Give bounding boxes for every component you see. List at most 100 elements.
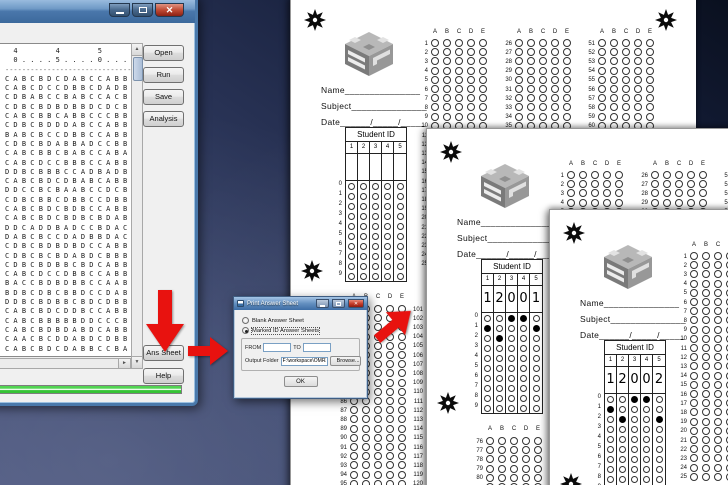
- answer-bubble: [551, 48, 559, 56]
- from-input[interactable]: [263, 343, 291, 352]
- question-number: 30: [498, 76, 512, 84]
- answer-row: C A B C B B B B B D D C C C B: [5, 317, 132, 326]
- answer-bubble: [610, 76, 618, 84]
- radio-marked-id-answer-sheets[interactable]: Marked ID Answer Sheets: [242, 327, 359, 334]
- question-number: 3: [550, 190, 564, 198]
- answer-bubble: [539, 39, 547, 47]
- id-bubble-cell: [506, 353, 518, 363]
- id-bubble: [384, 193, 391, 200]
- answer-bubble: [699, 180, 707, 188]
- to-input[interactable]: [303, 343, 331, 352]
- answer-bubble: [398, 425, 406, 433]
- horizontal-scrollbar[interactable]: ►: [0, 358, 131, 369]
- help-button[interactable]: Help: [143, 368, 184, 384]
- dialog-maximize-button[interactable]: [332, 299, 345, 308]
- choice-header: E: [479, 28, 487, 36]
- id-bubble: [360, 213, 367, 220]
- id-bubble-cell: [617, 414, 629, 424]
- maximize-button[interactable]: [132, 3, 153, 17]
- answer-bubble: [622, 113, 630, 121]
- open-button[interactable]: Open: [143, 45, 184, 61]
- scroll-right-icon[interactable]: ►: [118, 359, 130, 368]
- minimize-button[interactable]: [109, 3, 130, 17]
- id-bubble-cell: [382, 271, 394, 281]
- answer-bubble: [690, 399, 698, 407]
- scroll-up-icon[interactable]: ▲: [132, 44, 142, 56]
- id-bubble-cell: [358, 241, 370, 251]
- id-bubble: [643, 426, 650, 433]
- id-write-row: [346, 154, 406, 181]
- minimize-icon: [116, 12, 124, 14]
- answer-bubble: [591, 199, 599, 207]
- print-answer-sheet-dialog[interactable]: Print Answer Sheet ✕ Blank Answer Sheet …: [233, 296, 368, 399]
- id-bubble: [397, 213, 404, 220]
- question-number: 7: [414, 95, 428, 103]
- dialog-minimize-button[interactable]: [316, 299, 329, 308]
- answer-bubble: [651, 189, 659, 197]
- answer-bubble: [398, 434, 406, 442]
- id-bubble: [372, 253, 379, 260]
- answer-bubble: [527, 94, 535, 102]
- answer-row: C D B C B B C D B B C C D B B: [5, 196, 132, 205]
- id-bubble-cell: [370, 261, 382, 271]
- app-titlebar[interactable]: ✕: [0, 0, 195, 23]
- scroll-down-icon[interactable]: ▼: [132, 356, 142, 368]
- id-bubble-cell: [346, 181, 358, 191]
- id-write-cell: 0: [629, 367, 641, 393]
- analysis-button[interactable]: Analysis: [143, 111, 184, 127]
- id-bubble-row: [346, 221, 406, 231]
- answer-bubble: [386, 471, 394, 479]
- answer-data-textarea[interactable]: 4 4 5 0 . . . . 5 . . . . 0 . . . .-----…: [0, 43, 133, 357]
- answer-row: C A B C B D C B D B C C A B B: [5, 205, 132, 214]
- answer-bubble: [515, 85, 523, 93]
- id-bubble: [508, 365, 515, 372]
- id-row-label: 0: [334, 179, 342, 189]
- answer-bubble: [690, 418, 698, 426]
- answer-bubble: [610, 85, 618, 93]
- answer-bubble: [714, 372, 722, 380]
- answer-bubble: [714, 307, 722, 315]
- answer-bubble: [598, 94, 606, 102]
- question-number: 4: [414, 67, 428, 75]
- save-button[interactable]: Save: [143, 89, 184, 105]
- id-bubble-cell: [358, 251, 370, 261]
- id-bubble-cell: [370, 221, 382, 231]
- scroll-thumb[interactable]: [133, 57, 143, 81]
- question-number: 7: [673, 308, 687, 316]
- close-button[interactable]: ✕: [155, 3, 184, 17]
- dialog-close-button[interactable]: ✕: [348, 299, 364, 308]
- run-button[interactable]: Run: [143, 67, 184, 83]
- answer-row: D A B C B C C D A D B B D A C: [5, 233, 132, 242]
- id-bubble-cell: [358, 261, 370, 271]
- answer-row: D D C A D D B A D C C B D A C: [5, 224, 132, 233]
- maximize-icon: [336, 302, 341, 306]
- radio-blank-answer-sheet[interactable]: Blank Answer Sheet: [242, 317, 359, 324]
- browse-button[interactable]: Browse...: [330, 356, 361, 366]
- question-number: 23: [673, 455, 687, 463]
- id-bubble: [496, 355, 503, 362]
- question-number: 13: [673, 363, 687, 371]
- id-bubble-row: [605, 414, 665, 424]
- id-row-label: 6: [470, 371, 478, 381]
- answer-bubble: [398, 443, 406, 451]
- output-folder-input[interactable]: [281, 357, 328, 366]
- answer-bubble: [603, 180, 611, 188]
- question-number: 1: [673, 253, 687, 261]
- id-bubble: [619, 426, 626, 433]
- answer-bubble: [702, 390, 710, 398]
- choice-header: A: [651, 160, 659, 168]
- id-bubble: [397, 203, 404, 210]
- id-bubble: [496, 325, 503, 332]
- dialog-titlebar[interactable]: Print Answer Sheet ✕: [234, 297, 367, 310]
- answer-bubble: [374, 360, 382, 368]
- answer-bubble: [690, 252, 698, 260]
- id-bubble-row: [346, 251, 406, 261]
- question-number: 2: [550, 181, 564, 189]
- answer-sheet[interactable]: Name_______________Subject______________…: [549, 209, 728, 485]
- id-column-header: 3: [629, 355, 641, 366]
- id-row-label: 4: [334, 219, 342, 229]
- ruler-line-1: 4 4 5: [5, 47, 132, 56]
- ok-button[interactable]: OK: [284, 376, 318, 387]
- vertical-scrollbar[interactable]: ▲ ▼: [131, 43, 143, 369]
- id-bubble: [496, 385, 503, 392]
